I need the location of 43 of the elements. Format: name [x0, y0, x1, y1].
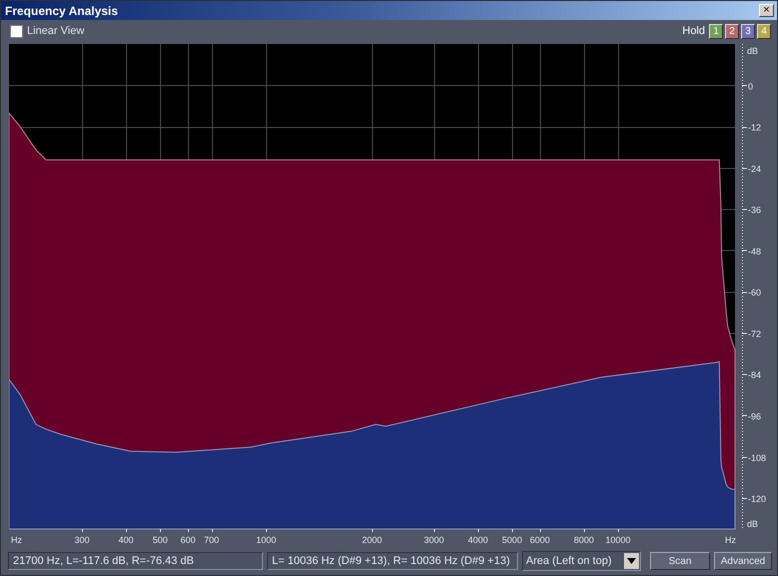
dropdown-arrow-icon — [627, 558, 636, 564]
checkbox[interactable] — [10, 24, 23, 38]
peak-readout: L= 10036 Hz (D#9 +13), R= 10036 Hz (D#9 +13) — [267, 552, 518, 570]
y-axis-label: -72 — [748, 328, 762, 339]
y-axis-unit: dB — [747, 519, 758, 529]
y-axis-label: -48 — [748, 246, 762, 256]
cursor-readout: 21700 Hz, L=-117.6 dB, R=-76.43 dB — [8, 552, 263, 570]
window-title: Frequency Analysis — [5, 4, 119, 18]
x-axis-unit: Hz — [11, 535, 22, 545]
x-axis-label: 5000 — [502, 535, 522, 545]
x-axis-label: 1000 — [256, 535, 276, 545]
y-axis-label: -120 — [748, 494, 766, 504]
x-axis-label: 500 — [152, 535, 168, 545]
x-axis-label: 6000 — [530, 535, 550, 545]
hold-slot-button[interactable]: 2 — [725, 24, 739, 38]
advanced-button[interactable]: Advanced — [714, 552, 772, 570]
x-axis-label: 10000 — [606, 535, 631, 545]
y-axis-label: -96 — [748, 412, 762, 422]
y-axis-label: -108 — [748, 452, 766, 463]
x-axis-label: 600 — [180, 535, 196, 545]
x-axis-label: 3000 — [424, 535, 444, 545]
hold-slot-button[interactable]: 4 — [757, 24, 771, 38]
hold-slot-button[interactable]: 1 — [709, 24, 723, 38]
x-axis-label: 2000 — [362, 535, 382, 545]
y-axis-label: -60 — [748, 288, 762, 298]
display-mode-dropdown[interactable]: Area (Left on top) — [522, 551, 641, 571]
checkbox-label: Linear View — [27, 25, 84, 37]
y-axis-label: -12 — [748, 122, 762, 133]
x-axis-label: 4000 — [468, 535, 488, 545]
x-axis-label: 400 — [118, 535, 134, 545]
x-axis-label: 8000 — [574, 535, 594, 545]
x-axis-label: 700 — [204, 535, 220, 545]
y-axis-label: -36 — [748, 205, 762, 216]
y-axis-label: -24 — [748, 164, 762, 174]
y-axis-label: 0 — [748, 81, 754, 92]
y-axis-unit: dB — [747, 46, 758, 56]
x-axis-label: 300 — [74, 535, 90, 545]
scan-button[interactable]: Scan — [650, 552, 710, 570]
x-axis-unit: Hz — [725, 535, 736, 545]
close-button[interactable]: × — [759, 4, 774, 17]
y-axis-label: -84 — [748, 370, 762, 380]
hold-label: Hold — [682, 25, 705, 37]
hold-slot-button[interactable]: 3 — [741, 24, 755, 38]
